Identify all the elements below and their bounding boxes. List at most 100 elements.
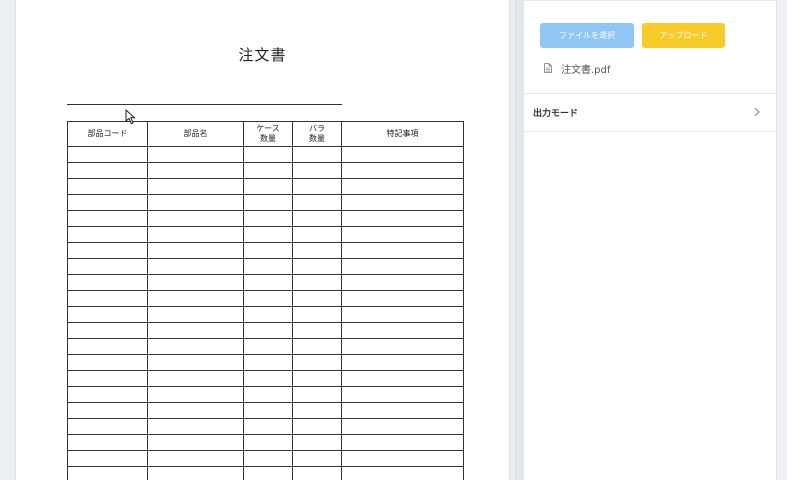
table-cell [147, 402, 244, 419]
table-cell [67, 274, 148, 291]
table-cell [243, 370, 293, 387]
table-cell [67, 466, 148, 480]
table-cell [67, 258, 148, 275]
table-row [67, 434, 464, 451]
table-cell [243, 434, 293, 451]
table-cell [67, 402, 148, 419]
header-case-qty-line2: 数量 [260, 134, 276, 143]
document-title: 注文書 [238, 46, 287, 64]
table-cell [147, 258, 244, 275]
header-part-code: 部品コード [67, 121, 148, 147]
table-cell [292, 146, 342, 163]
table-row [67, 466, 464, 480]
table-row [67, 402, 464, 419]
table-cell [292, 370, 342, 387]
table-cell [243, 258, 293, 275]
upload-button[interactable]: アップロード [642, 23, 725, 48]
table-cell [292, 386, 342, 403]
table-cell [147, 434, 244, 451]
table-cell [341, 466, 464, 480]
header-part-code-line1: 部品コード [87, 129, 128, 138]
table-row [67, 386, 464, 403]
table-cell [292, 258, 342, 275]
table-cell [341, 274, 464, 291]
table-cell [292, 450, 342, 467]
header-case-qty-line1: ケース [256, 124, 280, 133]
header-remarks: 特記事項 [341, 121, 464, 147]
table-cell [341, 178, 464, 195]
table-row [67, 370, 464, 387]
table-cell [243, 386, 293, 403]
table-cell [67, 210, 148, 227]
file-name: 注文書.pdf [561, 64, 611, 76]
table-cell [67, 450, 148, 467]
table-row [67, 322, 464, 339]
table-cell [341, 338, 464, 355]
chevron-right-icon [754, 107, 760, 117]
window-edge [776, 0, 787, 480]
table-cell [292, 242, 342, 259]
table-cell [243, 338, 293, 355]
mouse-pointer-icon [125, 109, 136, 125]
table-cell [67, 306, 148, 323]
table-cell [67, 242, 148, 259]
table-row [67, 450, 464, 467]
table-cell [67, 322, 148, 339]
table-cell [341, 322, 464, 339]
table-cell [147, 466, 244, 480]
selected-file: 注文書.pdf [544, 61, 611, 76]
table-cell [292, 194, 342, 211]
table-cell [147, 338, 244, 355]
table-cell [243, 194, 293, 211]
table-cell [67, 354, 148, 371]
table-cell [243, 162, 293, 179]
table-cell [341, 194, 464, 211]
table-cell [243, 450, 293, 467]
table-row [67, 146, 464, 163]
table-row [67, 338, 464, 355]
table-cell [67, 178, 148, 195]
table-row [67, 306, 464, 323]
table-cell [67, 370, 148, 387]
table-cell [147, 210, 244, 227]
table-cell [243, 178, 293, 195]
order-table: 部品コード 部品名 ケース 数量 バラ 数量 特記事項 [67, 121, 464, 480]
table-cell [292, 418, 342, 435]
table-cell [243, 242, 293, 259]
table-cell [292, 322, 342, 339]
table-cell [147, 290, 244, 307]
select-file-button[interactable]: ファイルを選択 [540, 23, 634, 48]
table-cell [341, 162, 464, 179]
table-cell [147, 418, 244, 435]
table-cell [147, 354, 244, 371]
table-cell [341, 258, 464, 275]
pdf-page: 注文書 部品コード 部品名 ケース 数量 バラ 数量 特記事項 [16, 0, 509, 480]
table-cell [67, 226, 148, 243]
table-cell [147, 450, 244, 467]
table-cell [292, 434, 342, 451]
output-mode-row[interactable]: 出力モード [524, 93, 776, 132]
table-cell [243, 210, 293, 227]
table-cell [341, 306, 464, 323]
table-cell [341, 450, 464, 467]
table-cell [243, 274, 293, 291]
name-underline [67, 104, 342, 105]
table-cell [147, 386, 244, 403]
table-cell [292, 274, 342, 291]
table-cell [292, 338, 342, 355]
header-loose-qty: バラ 数量 [292, 121, 342, 147]
table-row [67, 354, 464, 371]
table-cell [147, 226, 244, 243]
table-cell [243, 290, 293, 307]
header-loose-qty-line1: バラ [309, 124, 325, 133]
table-cell [243, 418, 293, 435]
table-row [67, 258, 464, 275]
table-cell [243, 306, 293, 323]
table-cell [243, 322, 293, 339]
header-part-name-line1: 部品名 [183, 129, 208, 138]
table-cell [67, 434, 148, 451]
pdf-viewer[interactable]: 注文書 部品コード 部品名 ケース 数量 バラ 数量 特記事項 [0, 0, 515, 480]
table-row [67, 178, 464, 195]
table-cell [147, 370, 244, 387]
table-cell [67, 290, 148, 307]
